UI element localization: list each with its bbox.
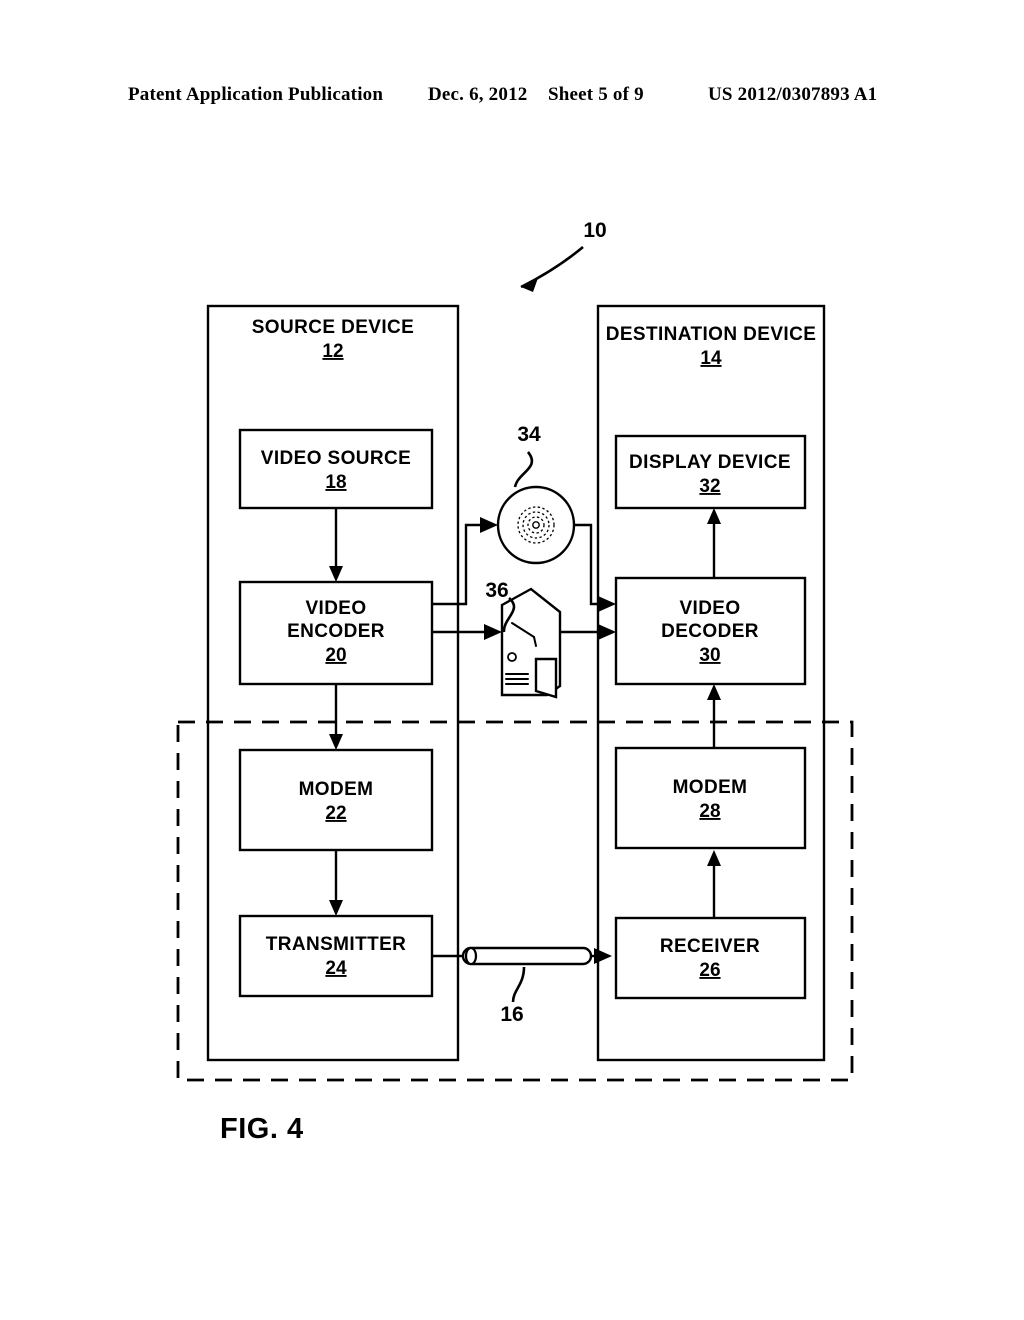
receiver-title: RECEIVER	[660, 936, 760, 957]
video-source-ref: 18	[325, 472, 346, 493]
source-device-title: SOURCE DEVICE	[252, 317, 415, 338]
video-encoder-title-line2: ENCODER	[287, 621, 385, 642]
source-modem-title: MODEM	[299, 779, 374, 800]
video-encoder-ref: 20	[325, 645, 346, 666]
channel-callout-16-leader	[511, 966, 526, 1003]
arrow-receiver-to-modem-head	[707, 850, 721, 866]
figure-caption: FIG. 4	[220, 1113, 304, 1145]
transmitter-ref: 24	[325, 958, 347, 979]
arrow-video-source-to-encoder-head	[329, 566, 343, 582]
destination-device-ref: 14	[700, 348, 722, 369]
figure-4-block-diagram: 10 SOURCE DEVICE 12 VIDEO SOURCE 18 VIDE…	[176, 219, 854, 1082]
arrow-modem-to-transmitter-head	[329, 900, 343, 916]
video-decoder-title-line2: DECODER	[661, 621, 759, 642]
video-decoder-title-line1: VIDEO	[679, 598, 740, 619]
system-callout-10-leader	[520, 246, 584, 289]
computer-server-icon	[500, 587, 562, 699]
communication-channel-cable-icon	[461, 946, 593, 966]
source-modem-ref: 22	[325, 803, 346, 824]
source-modem-block	[238, 748, 434, 852]
storage-disc-icon	[496, 485, 576, 565]
system-callout-10-label: 10	[583, 219, 606, 242]
arrow-modem-to-decoder-head	[707, 684, 721, 700]
source-device-ref: 12	[322, 341, 343, 362]
arrow-decoder-to-display-head	[707, 508, 721, 524]
destination-device-title: DESTINATION DEVICE	[606, 324, 817, 345]
arrow-encoder-to-modem-head	[329, 734, 343, 750]
video-source-title: VIDEO SOURCE	[261, 448, 412, 469]
receiver-block	[614, 916, 807, 1000]
path-disc-to-decoder-arrowhead	[598, 596, 616, 612]
destination-modem-block	[614, 746, 807, 850]
transmitter-block	[238, 914, 434, 998]
video-encoder-title-line1: VIDEO	[305, 598, 366, 619]
destination-modem-ref: 28	[699, 801, 720, 822]
channel-callout-16-label: 16	[500, 1003, 523, 1026]
path-encoder-to-computer-arrowhead	[484, 624, 502, 640]
video-decoder-ref: 30	[699, 645, 720, 666]
display-device-title: DISPLAY DEVICE	[629, 452, 791, 473]
video-source-block	[238, 428, 434, 510]
disc-callout-34-label: 34	[517, 423, 541, 446]
transmitter-title: TRANSMITTER	[266, 934, 407, 955]
disc-callout-34-leader	[513, 451, 534, 488]
computer-callout-36-label: 36	[485, 579, 508, 602]
display-device-ref: 32	[699, 476, 720, 497]
channel-arrowhead-into-receiver	[594, 948, 612, 964]
path-computer-to-decoder-arrowhead	[598, 624, 616, 640]
receiver-ref: 26	[699, 960, 720, 981]
path-encoder-to-disc-arrowhead	[480, 517, 498, 533]
destination-modem-title: MODEM	[673, 777, 748, 798]
